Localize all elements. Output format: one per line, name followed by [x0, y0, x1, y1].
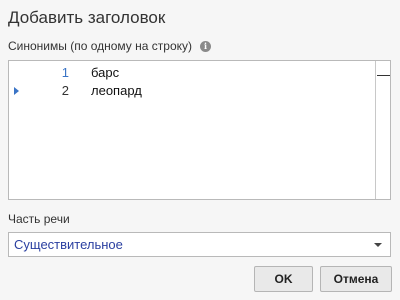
scrollbar-thumb[interactable]	[377, 75, 390, 76]
editor-scrollbar[interactable]	[375, 61, 390, 199]
line-text[interactable]: барс	[91, 63, 119, 83]
editor-line[interactable]: 1 барс	[9, 63, 369, 83]
add-heading-dialog: Добавить заголовок Синонимы (по одному н…	[0, 0, 400, 300]
ok-button[interactable]: OK	[254, 266, 313, 292]
part-of-speech-select[interactable]: Существительное	[8, 232, 391, 257]
current-line-arrow-icon	[14, 87, 19, 95]
part-of-speech-label: Часть речи	[8, 212, 70, 226]
line-number: 2	[61, 83, 69, 98]
cancel-button[interactable]: Отмена	[320, 266, 392, 292]
line-text[interactable]: леопард	[91, 81, 142, 101]
info-icon[interactable]: i	[200, 40, 212, 52]
synonyms-editor[interactable]: 1 барс 2 леопард	[8, 60, 391, 200]
line-number: 1	[61, 65, 69, 80]
chevron-down-icon[interactable]	[374, 243, 382, 247]
editor-line-current[interactable]: 2 леопард	[9, 81, 369, 101]
synonyms-label: Синонимы (по одному на строку)	[8, 39, 193, 53]
part-of-speech-value: Существительное	[14, 237, 123, 252]
synonyms-label-row: Синонимы (по одному на строку) i	[8, 39, 212, 53]
dialog-title: Добавить заголовок	[8, 8, 166, 27]
